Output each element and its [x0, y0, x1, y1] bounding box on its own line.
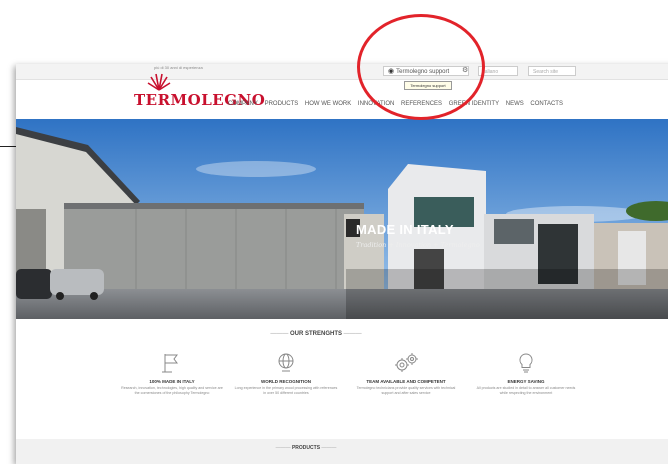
products-heading: ——— PRODUCTS ——— [275, 445, 337, 451]
strength-title: 100% MADE IN ITALY [149, 379, 195, 384]
flag-icon [112, 352, 232, 374]
bulb-icon [466, 352, 586, 374]
nav-item-company[interactable]: COMPANY [228, 101, 258, 107]
globe-icon [226, 352, 346, 374]
nav-item-how-we-work[interactable]: HOW WE WORK [305, 101, 351, 107]
utility-bar: ◉ Termolegno support ⚙ Italiano Search si… [16, 64, 668, 80]
nav-item-products[interactable]: PRODUCTS [265, 101, 299, 107]
strength-text: Research, innovation, technologies, high… [121, 386, 223, 395]
nav-item-contacts[interactable]: CONTACTS [530, 101, 563, 107]
strength-title: TEAM AVAILABLE AND COMPETENT [366, 379, 446, 384]
strength-item: WORLD RECOGNITION Long experience in the… [226, 352, 346, 396]
strength-title: ENERGY SAVING [507, 379, 545, 384]
strength-text: Long experience in the primary wood proc… [234, 386, 338, 395]
logo-tagline: più di 30 anni di esperienza [154, 65, 203, 70]
website-screenshot: ◉ Termolegno support ⚙ Italiano Search si… [16, 64, 668, 464]
search-input[interactable]: Search site [528, 66, 576, 76]
strength-item: 100% MADE IN ITALY Research, innovation,… [112, 352, 232, 396]
strengths-heading: ——— OUR STRENGHTS ——— [270, 331, 362, 337]
hero-subtitle: Tradition + Innovation + Termolegno [356, 241, 480, 249]
logo-sun-icon[interactable] [146, 73, 172, 91]
products-section [16, 439, 668, 464]
nav-item-news[interactable]: NEWS [506, 101, 524, 107]
strength-text: All products are studied in detail to an… [476, 386, 576, 395]
strength-item: TEAM AVAILABLE AND COMPETENT Termolegno … [346, 352, 466, 396]
strength-title: WORLD RECOGNITION [261, 379, 311, 384]
hero-banner-image [16, 119, 668, 319]
strength-text: Termolegno technicians provide quality s… [356, 386, 456, 395]
hero-title: MADE IN ITALY [356, 222, 454, 237]
strength-item: ENERGY SAVING All products are studied i… [466, 352, 586, 396]
gears-icon [346, 352, 466, 374]
highlight-circle [357, 14, 485, 120]
